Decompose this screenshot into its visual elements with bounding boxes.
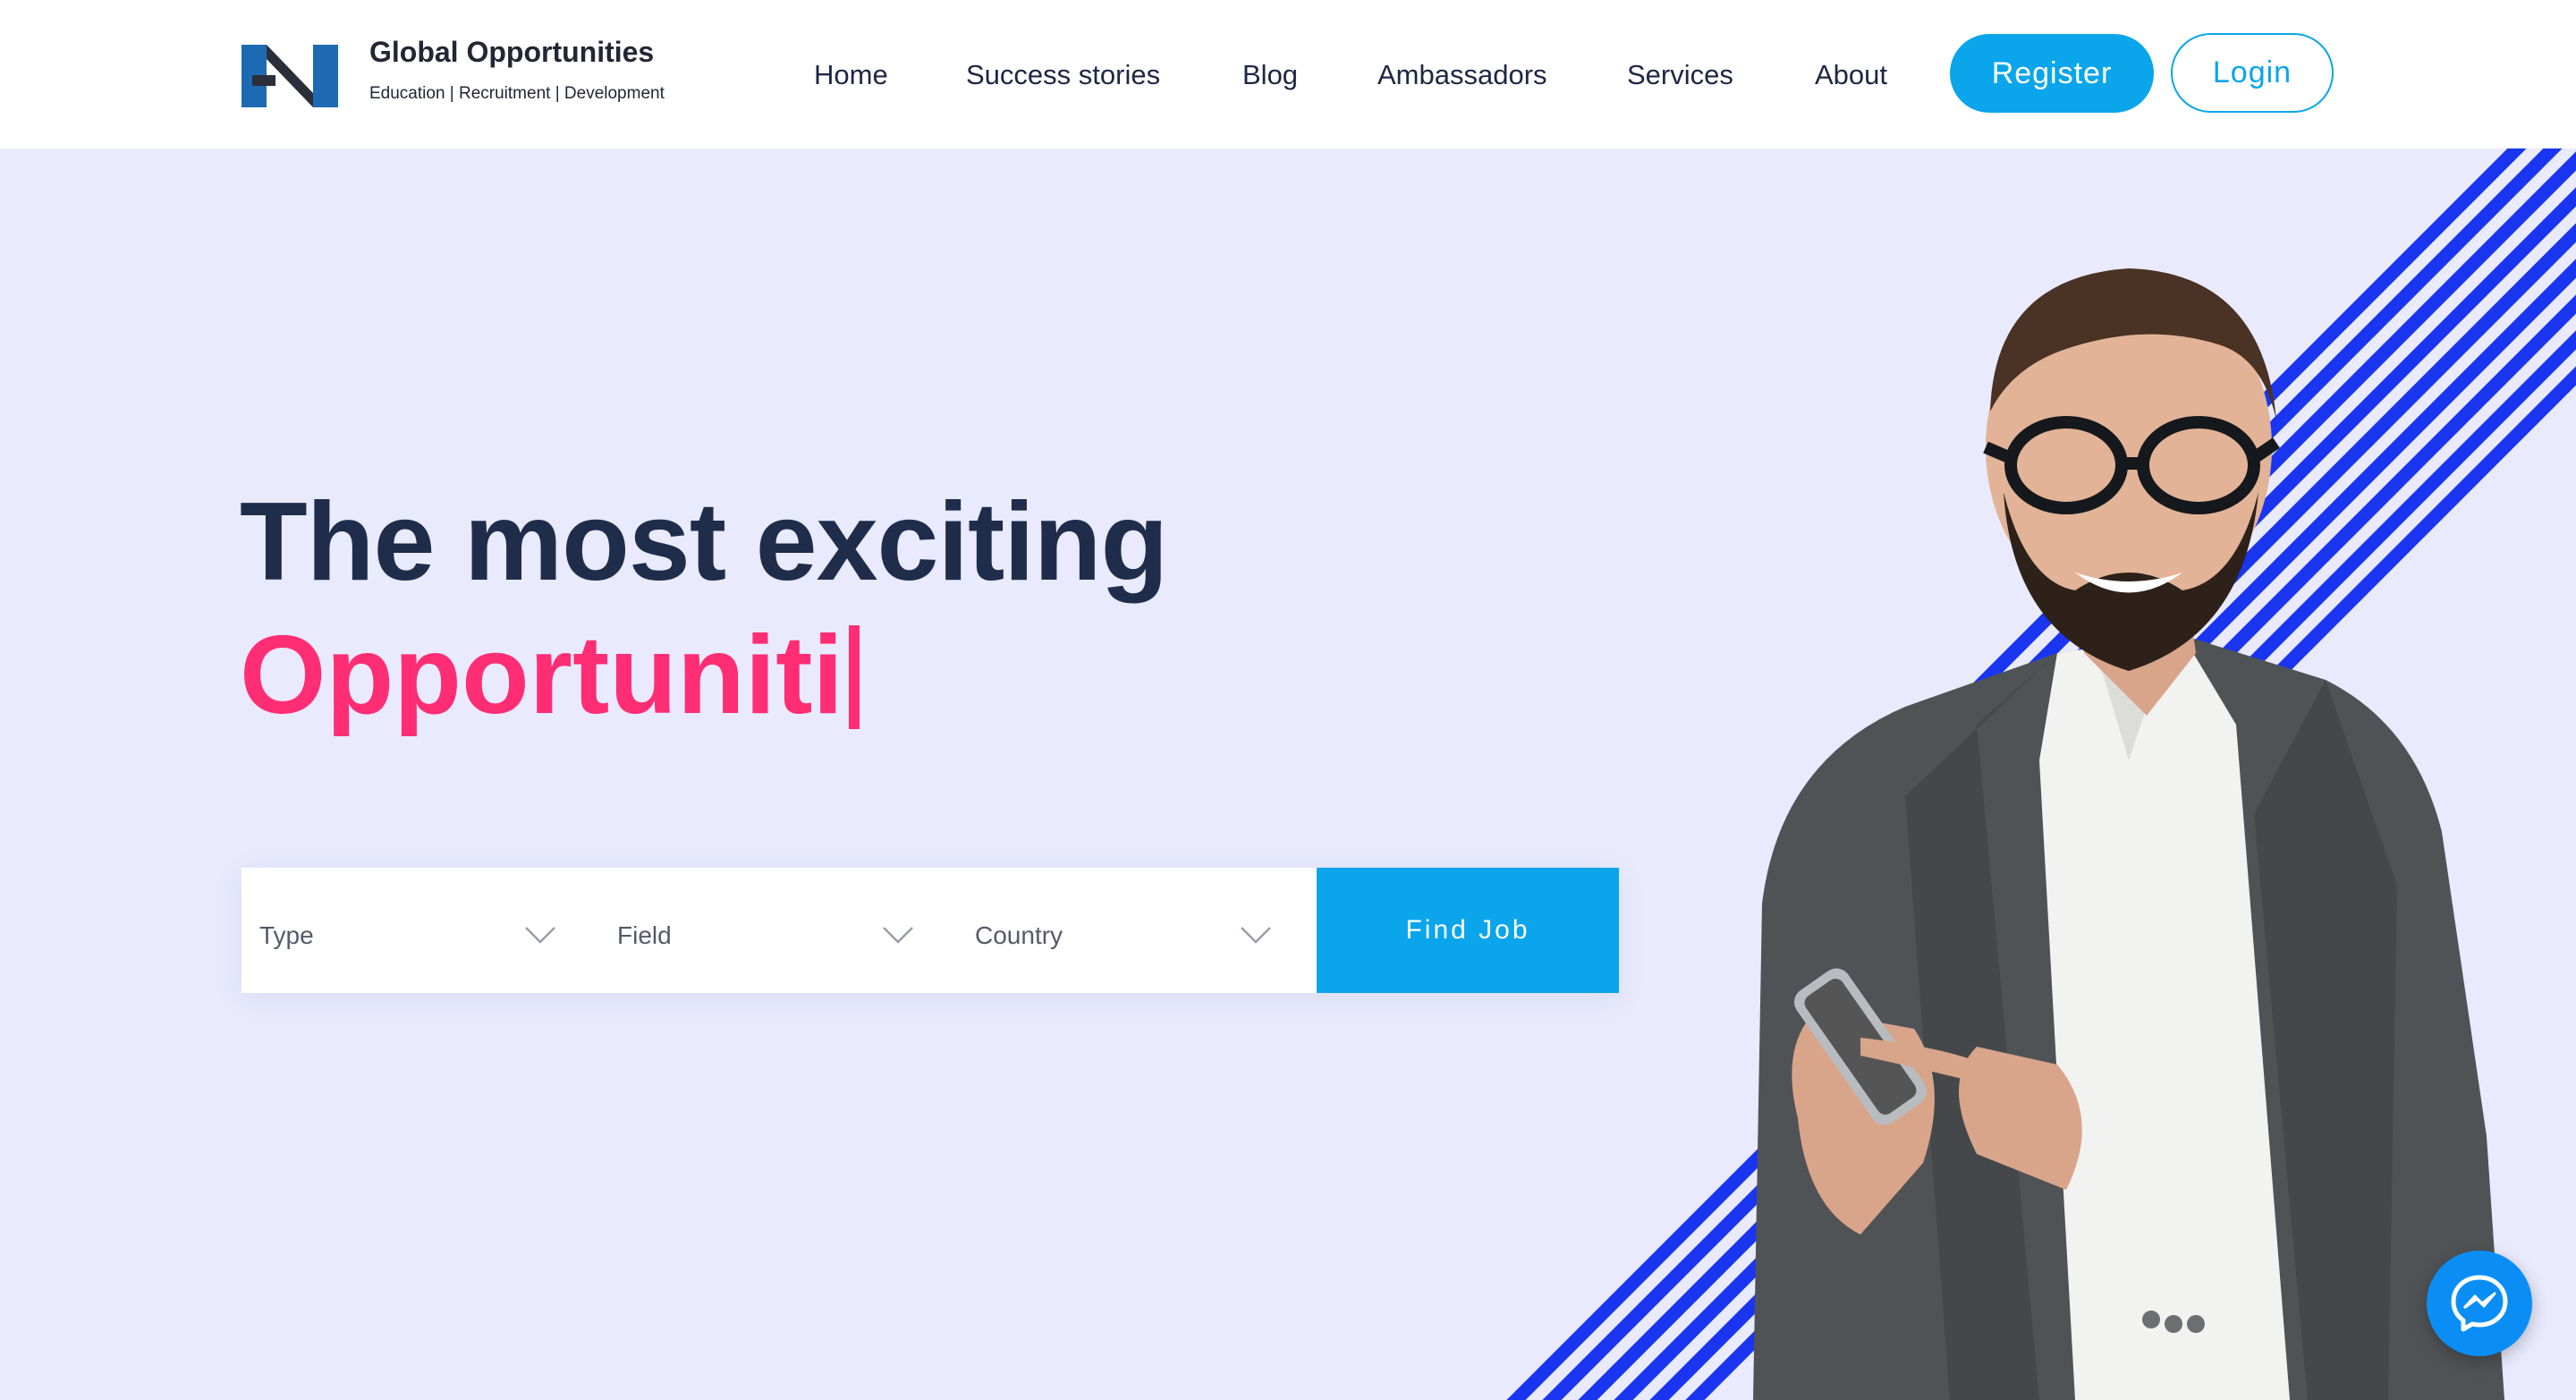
login-button[interactable]: Login — [2171, 33, 2334, 113]
field-select[interactable]: Field — [599, 868, 939, 993]
chevron-down-icon — [525, 927, 555, 944]
nav-ambassadors[interactable]: Ambassadors — [1377, 59, 1547, 91]
nav-success-stories[interactable]: Success stories — [966, 59, 1160, 91]
chevron-down-icon — [1241, 927, 1271, 944]
hero-typed-text: Opportuniti — [240, 614, 843, 737]
site-header: Global Opportunities Education | Recruit… — [0, 0, 2576, 148]
nav-home[interactable]: Home — [814, 59, 888, 91]
find-job-button[interactable]: Find Job — [1317, 868, 1619, 993]
brand-name: Global Opportunities — [369, 36, 655, 68]
country-select[interactable]: Country — [957, 868, 1297, 993]
brand-tagline: Education | Recruitment | Development — [369, 84, 665, 103]
nav-blog[interactable]: Blog — [1242, 59, 1298, 91]
typing-cursor — [848, 625, 860, 729]
messenger-icon — [2451, 1275, 2508, 1332]
businessman-with-phone-image — [1753, 268, 2504, 1400]
field-select-label: Field — [617, 921, 672, 949]
nav-services[interactable]: Services — [1627, 59, 1733, 91]
hero-headline: The most exciting — [240, 480, 1168, 604]
nav-about[interactable]: About — [1815, 59, 1887, 91]
chevron-down-icon — [883, 927, 913, 944]
messenger-chat-button[interactable] — [2427, 1251, 2532, 1356]
type-select[interactable]: Type — [242, 868, 581, 993]
type-select-label: Type — [259, 921, 314, 949]
hero-headline-typed: Opportuniti — [240, 612, 860, 739]
register-button[interactable]: Register — [1950, 34, 2154, 113]
job-search-bar: Type Field Country Find Job — [242, 868, 1619, 993]
gn-monogram-logo[interactable] — [240, 39, 340, 113]
country-select-label: Country — [975, 921, 1063, 949]
